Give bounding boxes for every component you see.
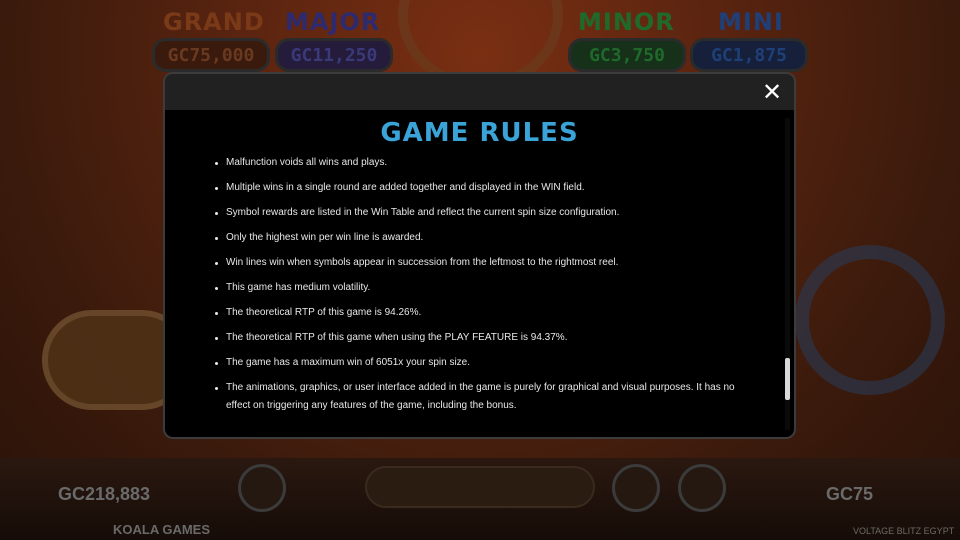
rules-list: Malfunction voids all wins and plays. Mu… bbox=[215, 154, 735, 422]
jackpot-minor-title: MINOR bbox=[578, 8, 675, 36]
rule-item: The theoretical RTP of this game is 94.2… bbox=[215, 304, 735, 322]
turbo-button[interactable] bbox=[612, 464, 660, 512]
rule-item: Only the highest win per win line is awa… bbox=[215, 229, 735, 247]
jackpot-major-value: GC11,250 bbox=[275, 38, 393, 72]
rule-item: Win lines win when symbols appear in suc… bbox=[215, 254, 735, 272]
rule-item: The theoretical RTP of this game when us… bbox=[215, 329, 735, 347]
scrollbar-thumb[interactable] bbox=[785, 358, 790, 400]
rule-item: This game has medium volatility. bbox=[215, 279, 735, 297]
jackpot-mini-value: GC1,875 bbox=[690, 38, 808, 72]
jackpot-grand-title: GRAND bbox=[163, 8, 265, 36]
spin-button-ring bbox=[795, 245, 945, 395]
rule-item: Symbol rewards are listed in the Win Tab… bbox=[215, 204, 735, 222]
win-field bbox=[365, 466, 595, 508]
game-name: VOLTAGE BLITZ EGYPT bbox=[853, 526, 955, 536]
balance-value: GC218,883 bbox=[58, 484, 151, 504]
close-icon[interactable]: ✕ bbox=[758, 78, 786, 106]
rule-item: Multiple wins in a single round are adde… bbox=[215, 179, 735, 197]
jackpot-minor-value: GC3,750 bbox=[568, 38, 686, 72]
rule-item: The animations, graphics, or user interf… bbox=[215, 379, 735, 415]
game-rules-modal: ✕ GAME RULES Malfunction voids all wins … bbox=[163, 72, 796, 439]
page-title: GAME RULES bbox=[380, 118, 579, 148]
sound-button[interactable] bbox=[238, 464, 286, 512]
modal-header: ✕ bbox=[165, 74, 794, 110]
rule-item: The game has a maximum win of 6051x your… bbox=[215, 354, 735, 372]
autoplay-button[interactable] bbox=[678, 464, 726, 512]
jackpot-mini-title: MINI bbox=[718, 8, 784, 36]
rule-item: Malfunction voids all wins and plays. bbox=[215, 154, 735, 172]
studio-name: KOALA GAMES bbox=[113, 522, 211, 537]
scrollbar[interactable] bbox=[785, 118, 790, 430]
jackpot-grand-value: GC75,000 bbox=[152, 38, 270, 72]
bet-value: GC75 bbox=[826, 484, 874, 504]
jackpot-major-title: MAJOR bbox=[285, 8, 381, 36]
